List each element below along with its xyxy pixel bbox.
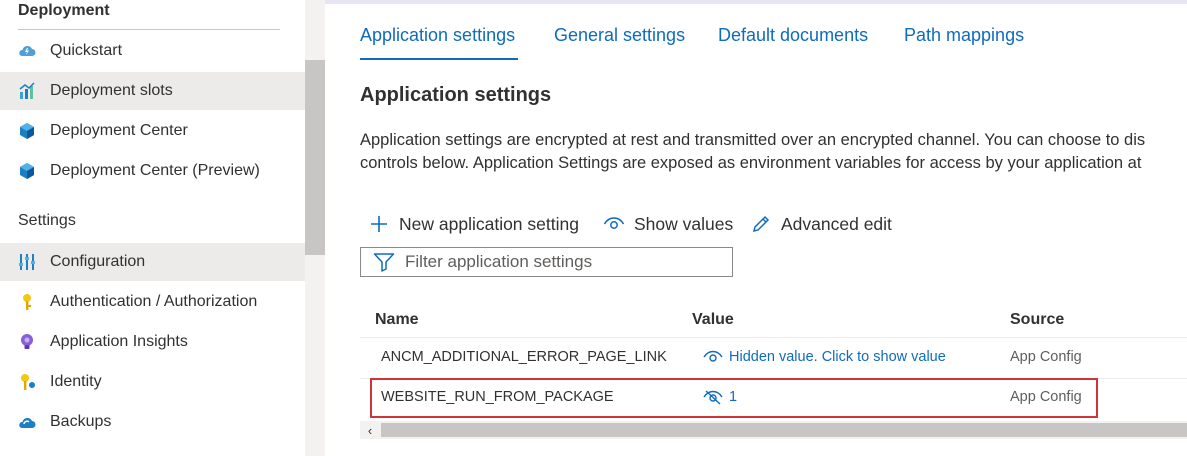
active-tab-indicator	[360, 58, 518, 60]
section-title-settings: Settings	[18, 212, 76, 229]
sidebar-item-label: Deployment Center (Preview)	[50, 162, 260, 179]
new-application-setting-button[interactable]: New application setting	[368, 211, 579, 237]
cloud-backup-icon	[17, 412, 37, 432]
cube-icon	[17, 121, 37, 141]
sidebar-item-label: Configuration	[50, 253, 146, 270]
tab-path-mappings[interactable]: Path mappings	[904, 25, 1024, 46]
table-scrollbar-thumb[interactable]	[381, 423, 1187, 437]
lightbulb-icon	[17, 332, 37, 352]
header-strip	[325, 0, 1187, 4]
filter-input[interactable]	[405, 252, 705, 272]
eye-icon	[703, 349, 723, 365]
sidebar-item-label: Quickstart	[50, 42, 123, 59]
pencil-icon	[750, 213, 772, 235]
sidebar-item-deployment-slots[interactable]: Deployment slots	[0, 72, 305, 110]
section-divider	[18, 29, 280, 30]
highlight-box	[370, 378, 1098, 418]
scroll-left-arrow-icon[interactable]: ‹	[360, 421, 380, 439]
column-header-value[interactable]: Value	[692, 311, 734, 329]
setting-source: App Config	[1010, 349, 1082, 365]
sidebar-item-label: Backups	[50, 413, 112, 430]
sidebar-item-label: Authentication / Authorization	[50, 293, 258, 310]
sidebar-item-backups[interactable]: Backups	[0, 403, 305, 441]
sliders-icon	[17, 252, 37, 272]
sidebar-item-deployment-center-preview[interactable]: Deployment Center (Preview)	[0, 152, 305, 190]
sidebar-item-deployment-center[interactable]: Deployment Center	[0, 112, 305, 150]
identity-key-icon	[17, 372, 37, 392]
sidebar-item-label: Deployment slots	[50, 82, 173, 99]
description-line-1: Application settings are encrypted at re…	[360, 131, 1146, 149]
sidebar-item-label: Application Insights	[50, 333, 188, 350]
plus-icon	[368, 213, 390, 235]
advanced-edit-button[interactable]: Advanced edit	[750, 211, 892, 237]
page-title: Application settings	[360, 84, 552, 106]
setting-value[interactable]: Hidden value. Click to show value	[703, 349, 946, 365]
setting-name[interactable]: ANCM_ADDITIONAL_ERROR_PAGE_LINK	[381, 349, 667, 365]
tab-general-settings[interactable]: General settings	[554, 25, 685, 46]
tab-default-documents[interactable]: Default documents	[718, 25, 868, 46]
sidebar-scrollbar-thumb[interactable]	[305, 60, 325, 255]
show-values-button[interactable]: Show values	[603, 211, 733, 237]
cloud-bolt-icon	[17, 41, 37, 61]
column-header-name[interactable]: Name	[375, 311, 419, 329]
cube-icon	[17, 161, 37, 181]
description-line-2: controls below. Application Settings are…	[360, 154, 1142, 172]
slots-chart-icon	[17, 81, 37, 101]
sidebar-item-authentication[interactable]: Authentication / Authorization	[0, 283, 305, 321]
tab-application-settings[interactable]: Application settings	[360, 25, 515, 46]
header-divider	[360, 337, 1187, 338]
sidebar-item-application-insights[interactable]: Application Insights	[0, 323, 305, 361]
filter-icon	[373, 251, 395, 273]
sidebar-item-quickstart[interactable]: Quickstart	[0, 32, 305, 70]
eye-icon	[603, 213, 625, 235]
key-icon	[17, 292, 37, 312]
sidebar-item-configuration[interactable]: Configuration	[0, 243, 305, 281]
section-title-deployment: Deployment	[18, 2, 110, 19]
sidebar: Deployment Quickstart Deployment slots D…	[0, 0, 305, 456]
filter-box[interactable]	[360, 247, 733, 277]
column-header-source[interactable]: Source	[1010, 311, 1064, 329]
sidebar-item-identity[interactable]: Identity	[0, 363, 305, 401]
sidebar-item-label: Identity	[50, 373, 102, 390]
sidebar-item-label: Deployment Center	[50, 122, 188, 139]
